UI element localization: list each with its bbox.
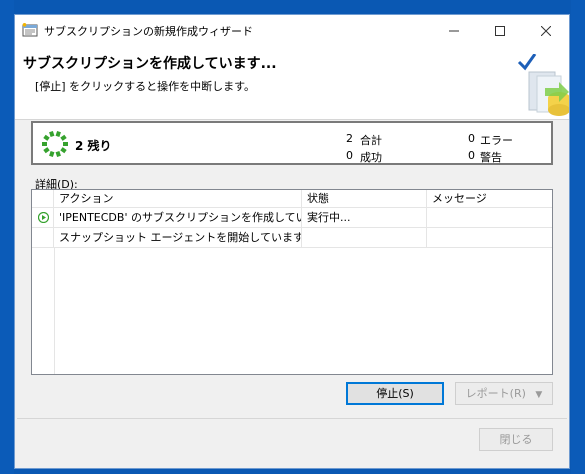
grid-divider [54,248,55,374]
grid-header: アクション 状態 メッセージ [32,190,552,208]
spinner-segment [49,150,55,157]
desktop-right-edge [571,0,585,474]
close-icon [541,25,551,36]
spinner-segment [55,150,61,157]
wizard-header: サブスクリプションを作成しています... [停止] をクリックすると操作を中断し… [15,46,569,120]
spinner-segment [43,147,50,154]
maximize-icon [495,25,505,36]
warning-label: 警告 [480,151,502,164]
maximize-button[interactable] [477,15,523,46]
remaining-count: 2 残り [75,139,112,153]
app-icon [22,23,38,37]
close-window-button[interactable] [523,15,569,46]
details-grid[interactable]: アクション 状態 メッセージ 'IPENTECDB' のサブスクリプションを作成… [31,189,553,375]
row-status [302,228,427,247]
page-title: サブスクリプションを作成しています... [23,56,277,72]
spinner-segment [60,134,67,141]
report-button[interactable]: レポート(R) ▼ [455,382,553,405]
error-label: エラー [480,134,513,147]
table-row[interactable]: 'IPENTECDB' のサブスクリプションを作成していま... 実行中... [32,208,552,228]
window-title: サブスクリプションの新規作成ウィザード [44,25,253,38]
row-status-cell [32,228,54,247]
column-header-icon [32,190,54,207]
spinner-segment [49,131,55,138]
minimize-button[interactable] [431,15,477,46]
progress-spinner-icon [42,131,68,157]
report-button-label: レポート(R) [465,387,526,400]
error-count: 0 [468,132,475,145]
spinner-segment [55,131,61,138]
table-row[interactable]: スナップショット エージェントを開始しています [32,228,552,248]
success-label: 成功 [360,151,382,164]
title-bar[interactable]: サブスクリプションの新規作成ウィザード [15,15,569,46]
warning-count: 0 [468,149,475,162]
desktop-left-edge [0,0,14,474]
column-header-message[interactable]: メッセージ [427,190,552,207]
stop-button[interactable]: 停止(S) [346,382,444,405]
spinner-segment [60,147,67,154]
row-action: スナップショット エージェントを開始しています [54,228,302,247]
wizard-window: サブスクリプションの新規作成ウィザード サブスクリプションを作成しています...… [14,14,570,469]
page-subtitle: [停止] をクリックすると操作を中断します。 [35,80,255,93]
row-message [427,208,552,227]
success-count: 0 [346,149,353,162]
running-play-icon [38,212,49,223]
wizard-graphic-icon [517,54,569,116]
column-header-action[interactable]: アクション [54,190,302,207]
total-count: 2 [346,132,353,145]
footer-separator [17,418,567,419]
row-action: 'IPENTECDB' のサブスクリプションを作成していま... [54,208,302,227]
minimize-icon [449,30,459,31]
close-button[interactable]: 閉じる [479,428,553,451]
progress-summary: 2 残り 2 合計 0 成功 0 エラー 0 警告 [31,121,553,165]
chevron-down-icon: ▼ [535,390,543,400]
column-header-status[interactable]: 状態 [302,190,427,207]
row-message [427,228,552,247]
row-status: 実行中... [302,208,427,227]
total-label: 合計 [360,134,382,147]
row-status-cell [32,208,54,227]
spinner-segment [43,134,50,141]
